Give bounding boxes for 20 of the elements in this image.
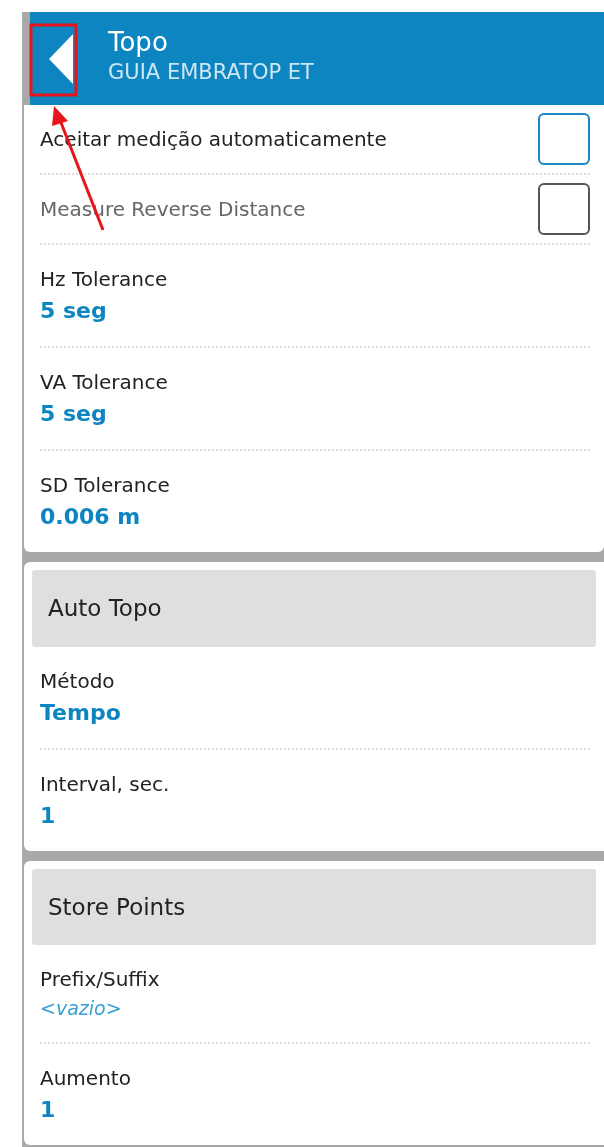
setting-label: Método bbox=[40, 668, 115, 693]
setting-value[interactable]: Tempo bbox=[40, 699, 121, 725]
setting-label: Hz Tolerance bbox=[40, 267, 168, 291]
setting-label: Interval, sec. bbox=[40, 771, 170, 796]
setting-label: SD Tolerance bbox=[40, 473, 170, 497]
checkbox[interactable] bbox=[538, 113, 590, 165]
section-header: Auto Topo bbox=[32, 570, 596, 647]
section-header: Store Points bbox=[32, 868, 596, 945]
setting-value[interactable]: 5 seg bbox=[40, 298, 107, 323]
setting-value[interactable]: 0.006 m bbox=[40, 504, 141, 529]
screen-title: Topo bbox=[108, 28, 169, 58]
setting-value[interactable]: 5 seg bbox=[40, 401, 107, 426]
setting-value[interactable]: 1 bbox=[40, 802, 56, 828]
setting-value[interactable]: <vazio> bbox=[40, 997, 122, 1019]
setting-value[interactable]: 1 bbox=[40, 1096, 56, 1122]
setting-label: VA Tolerance bbox=[40, 370, 168, 394]
screen-subtitle: GUIA EMBRATOP ET bbox=[108, 59, 314, 87]
back-icon bbox=[49, 33, 73, 84]
setting-label: Aumento bbox=[40, 1065, 131, 1090]
setting-label: Prefix/Suffix bbox=[40, 967, 160, 991]
